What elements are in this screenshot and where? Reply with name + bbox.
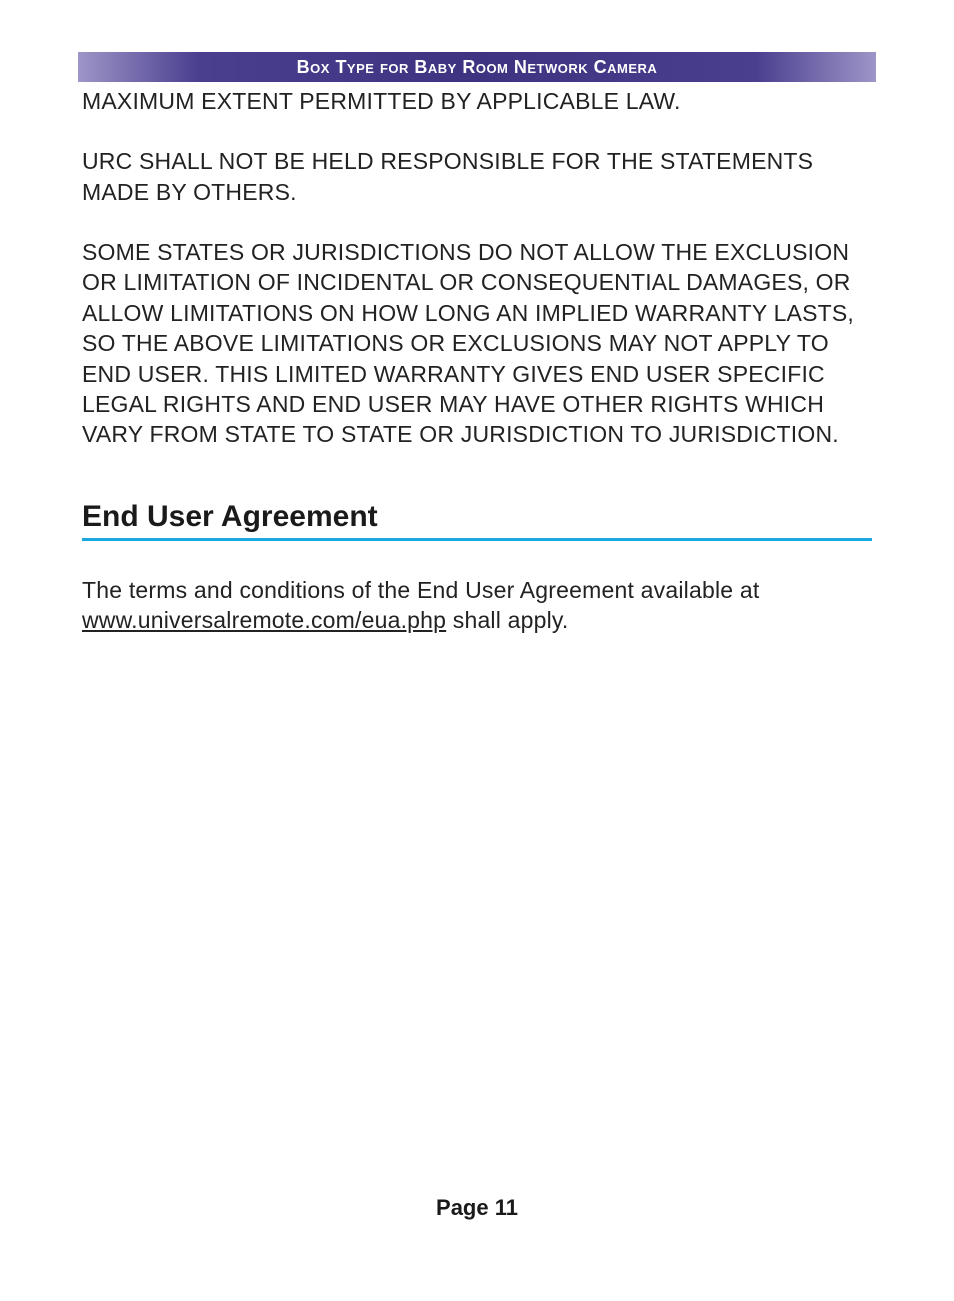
page-number: Page 11 (436, 1195, 518, 1220)
eua-link[interactable]: www.universalremote.com/eua.php (82, 607, 446, 633)
eua-text-suffix: shall apply. (446, 607, 568, 633)
document-header-bar: Box Type for Baby Room Network Camera (78, 52, 876, 82)
heading-underline (82, 538, 872, 541)
document-content: MAXIMUM EXTENT PERMITTED BY APPLICABLE L… (82, 86, 872, 635)
warranty-paragraph-3: SOME STATES OR JURISDICTIONS DO NOT ALLO… (82, 237, 872, 450)
warranty-paragraph-2: URC SHALL NOT BE HELD RESPONSIBLE FOR TH… (82, 146, 872, 207)
eua-paragraph: The terms and conditions of the End User… (82, 575, 872, 636)
warranty-paragraph-1: MAXIMUM EXTENT PERMITTED BY APPLICABLE L… (82, 86, 872, 116)
section-heading-end-user-agreement: End User Agreement (82, 500, 872, 534)
eua-text-prefix: The terms and conditions of the End User… (82, 577, 759, 603)
document-header-title: Box Type for Baby Room Network Camera (297, 57, 658, 78)
page-footer: Page 11 (0, 1195, 954, 1221)
